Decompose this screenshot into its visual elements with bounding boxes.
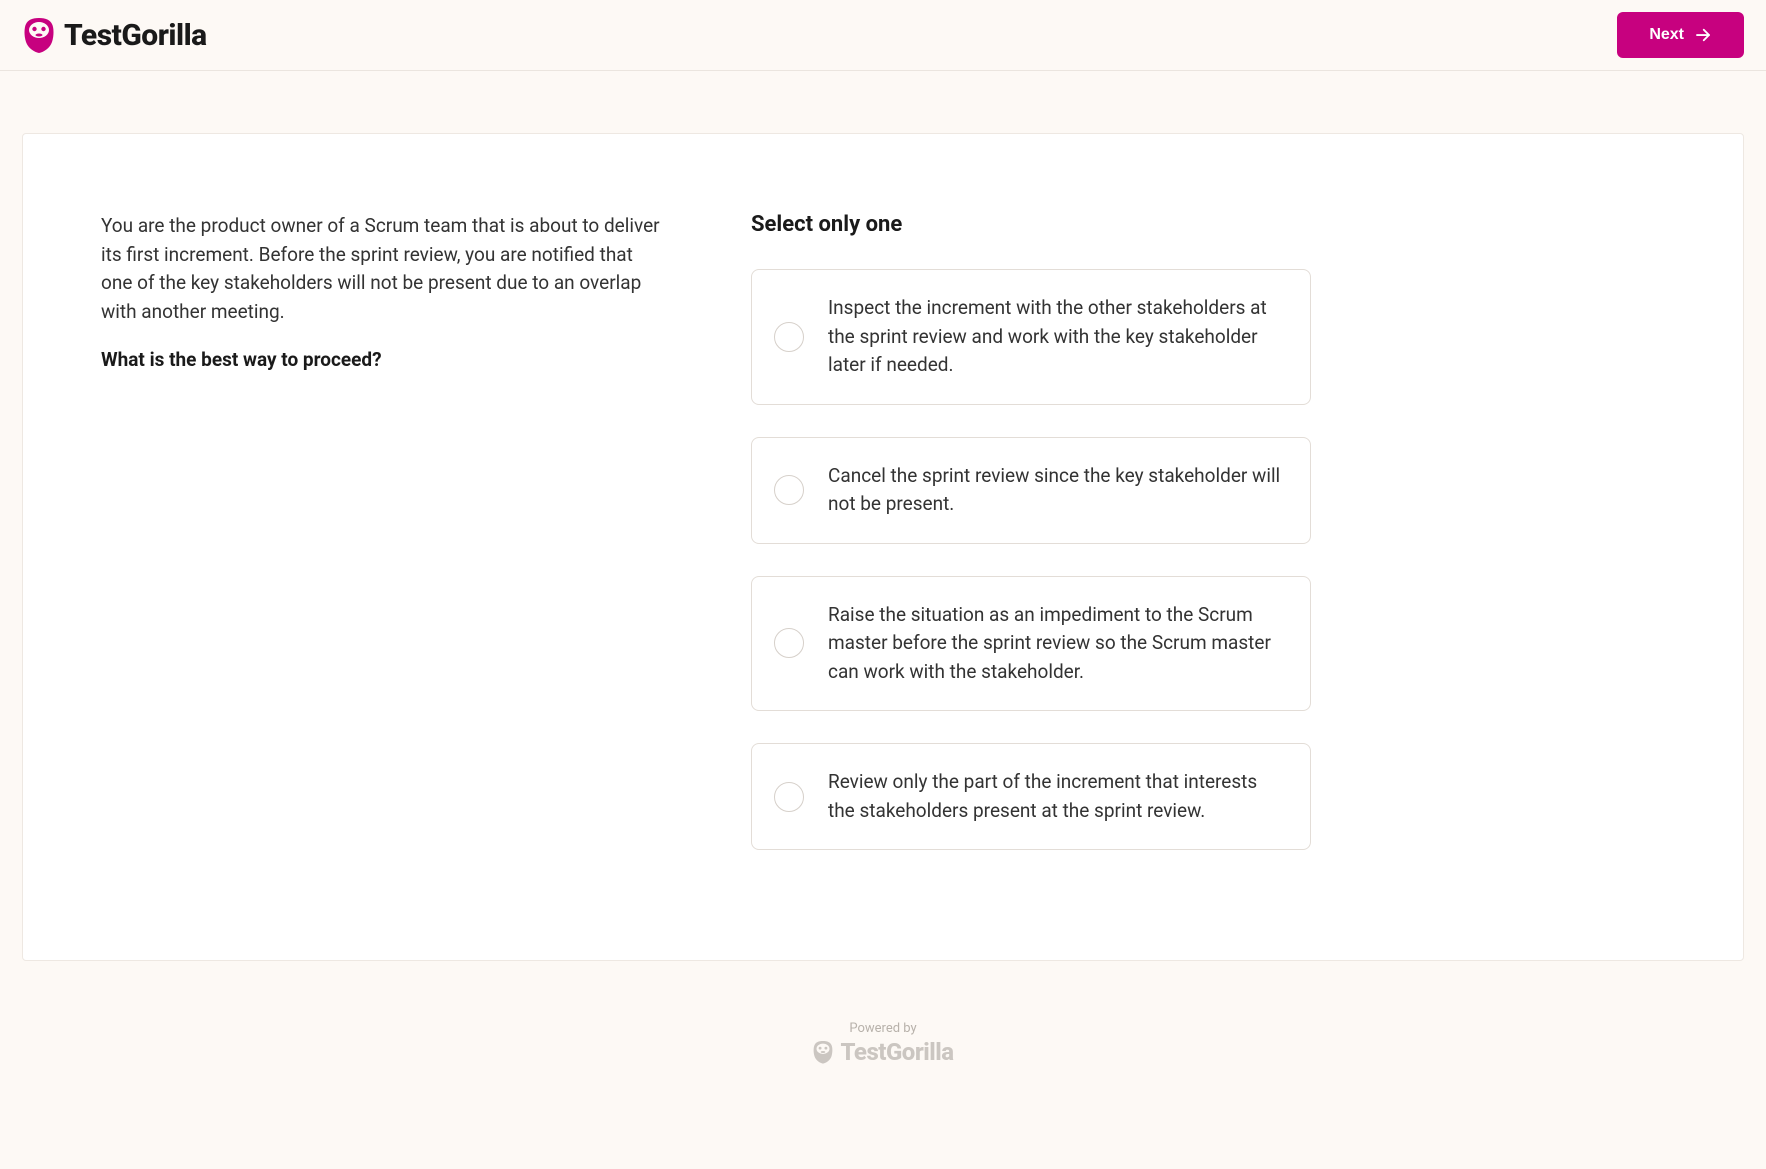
question-scenario: You are the product owner of a Scrum tea… [101,212,661,326]
radio-icon [774,322,804,352]
answers-column: Select only one Inspect the increment wi… [751,212,1311,882]
footer-brand-logo: TestGorilla [812,1038,953,1066]
gorilla-icon [812,1039,834,1065]
answer-text: Cancel the sprint review since the key s… [828,462,1282,519]
gorilla-icon [22,16,56,54]
answer-text: Review only the part of the increment th… [828,768,1282,825]
footer: Powered by TestGorilla [0,961,1766,1169]
radio-icon [774,782,804,812]
radio-icon [774,475,804,505]
answers-heading: Select only one [751,212,1311,237]
question-prompt: What is the best way to proceed? [101,348,661,371]
powered-by-label: Powered by [0,1021,1766,1036]
footer-brand-name: TestGorilla [840,1038,953,1066]
answer-option-2[interactable]: Cancel the sprint review since the key s… [751,437,1311,544]
answer-option-3[interactable]: Raise the situation as an impediment to … [751,576,1311,712]
answer-text: Raise the situation as an impediment to … [828,601,1282,687]
next-button[interactable]: Next [1617,12,1744,58]
question-column: You are the product owner of a Scrum tea… [101,212,661,882]
next-button-label: Next [1649,26,1684,44]
answer-text: Inspect the increment with the other sta… [828,294,1282,380]
answer-option-1[interactable]: Inspect the increment with the other sta… [751,269,1311,405]
arrow-right-icon [1694,26,1712,44]
question-card: You are the product owner of a Scrum tea… [22,133,1744,961]
brand-name: TestGorilla [64,18,207,53]
answer-option-4[interactable]: Review only the part of the increment th… [751,743,1311,850]
header: TestGorilla Next [0,0,1766,71]
radio-icon [774,628,804,658]
brand-logo: TestGorilla [22,16,207,54]
